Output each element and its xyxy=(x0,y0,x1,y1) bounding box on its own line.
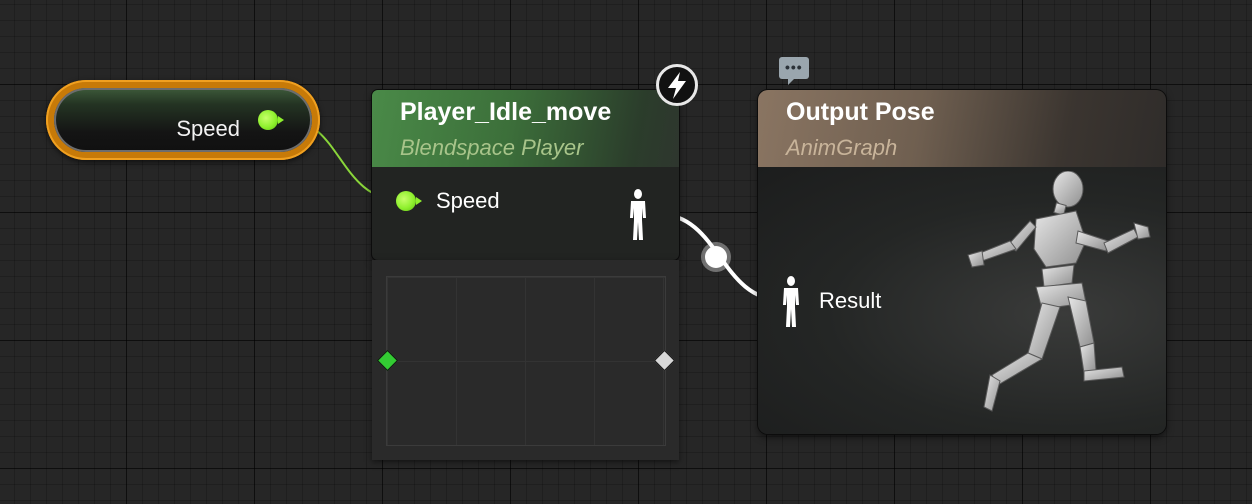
comment-bubble-icon[interactable]: ••• xyxy=(779,57,809,85)
speed-input-label: Speed xyxy=(436,188,500,213)
variable-label: Speed xyxy=(176,116,240,141)
blendspace-player-node[interactable]: Player_Idle_move Blendspace Player Speed xyxy=(372,90,679,260)
output-node-body: Result xyxy=(758,167,1166,434)
pose-pin-icon[interactable] xyxy=(780,275,802,329)
node-subtitle: Blendspace Player xyxy=(400,135,584,160)
node-header: Output Pose AnimGraph xyxy=(758,90,1166,167)
pose-pin-icon[interactable] xyxy=(627,188,649,242)
lightning-icon xyxy=(656,64,698,106)
blendspace-preview[interactable] xyxy=(372,260,679,460)
running-mannequin-icon xyxy=(967,171,1151,412)
output-pose-node[interactable]: Output Pose AnimGraph Result xyxy=(758,90,1166,434)
node-title: Output Pose xyxy=(786,98,935,126)
wire-knot xyxy=(701,242,731,272)
node-subtitle: AnimGraph xyxy=(786,135,898,160)
float-pin-icon[interactable] xyxy=(258,110,284,130)
anim-graph-canvas[interactable]: Speed Player_Idle_move Blendspace Player… xyxy=(0,0,1252,504)
node-header: Player_Idle_move Blendspace Player xyxy=(372,90,679,167)
speed-input-pin-icon[interactable] xyxy=(396,191,422,211)
node-title: Player_Idle_move xyxy=(400,98,612,126)
result-input-label: Result xyxy=(819,288,882,313)
blendspace-grid xyxy=(386,276,666,446)
